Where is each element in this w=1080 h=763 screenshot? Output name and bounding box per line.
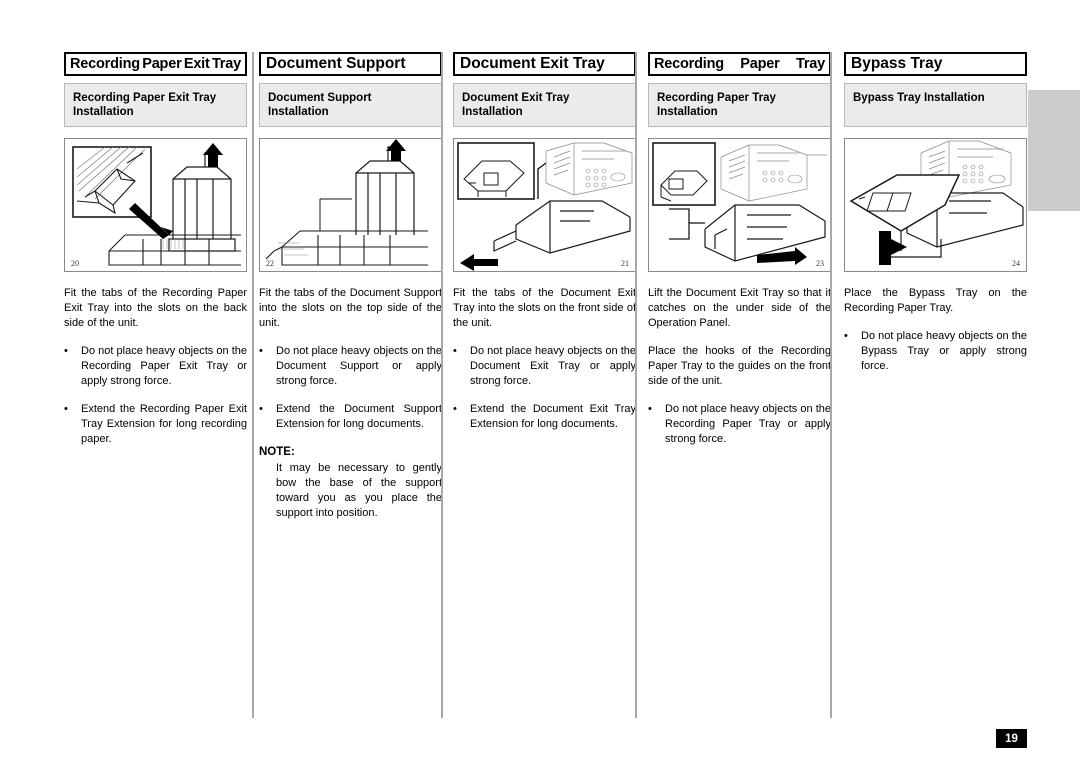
column-separator — [635, 52, 637, 718]
column-title-box-4: Recording Paper Tray — [648, 52, 831, 76]
column-title-box-2: Document Support — [259, 52, 442, 76]
column-document-support: Document Support Document Support Instal… — [251, 52, 443, 722]
column-recording-paper-tray: Recording Paper Tray Recording Paper Tray … — [638, 52, 832, 722]
bullet-text: Do not place heavy objects on the Docume… — [276, 345, 442, 387]
column-text-1: Fit the tabs of the Recording Paper Exit… — [64, 286, 247, 447]
section-thumb-tab — [1028, 90, 1080, 211]
title-word: Tray — [795, 55, 825, 72]
illustration-artwork — [652, 142, 827, 265]
figure-number-2: 22 — [266, 259, 274, 268]
column-subtitle-2: Document Support Installation — [268, 92, 372, 118]
paragraph: Place the hooks of the Recording Paper T… — [648, 345, 831, 387]
illustration-document-support: 22 — [259, 138, 442, 272]
title-word: Paper — [740, 55, 780, 72]
column-subtitle-box-5: Bypass Tray Installation — [844, 83, 1027, 127]
bullet-glyph: • — [259, 403, 263, 415]
column-separator — [830, 52, 832, 718]
note-block: NOTE: It may be necessary to gently bow … — [259, 445, 442, 521]
column-title-box-1: Recording Paper Exit Tray — [64, 52, 247, 76]
column-container: Recording Paper Exit Tray Recording Paper E… — [64, 52, 1027, 722]
column-title-3: Document Exit Tray — [460, 55, 605, 73]
bullet-text: Extend the Recording Paper Exit Tray Ext… — [81, 403, 247, 445]
column-title-box-3: Document Exit Tray — [453, 52, 636, 76]
bullet-item: • Do not place heavy objects on the Docu… — [259, 344, 442, 389]
bullet-item: • Extend the Document Support Extension … — [259, 402, 442, 432]
column-title-box-5: Bypass Tray — [844, 52, 1027, 76]
figure-number-4: 23 — [816, 259, 824, 268]
column-title-5: Bypass Tray — [851, 55, 943, 73]
column-subtitle-4: Recording Paper Tray Installation — [657, 92, 776, 118]
figure-number-1: 20 — [71, 259, 79, 268]
illustration-recording-paper-tray: 23 — [648, 138, 831, 272]
illustration-bypass-tray: 24 — [844, 138, 1027, 272]
column-recording-paper-exit-tray: Recording Paper Exit Tray Recording Paper E… — [64, 52, 254, 722]
bullet-glyph: • — [453, 345, 457, 357]
column-subtitle-box-4: Recording Paper Tray Installation — [648, 83, 831, 127]
illustration-artwork — [849, 140, 1024, 265]
bullet-text: Do not place heavy objects on the Docume… — [470, 345, 636, 387]
title-word: Paper — [142, 55, 182, 72]
title-word: Recording — [654, 55, 724, 72]
column-text-3: Fit the tabs of the Document Exit Tray i… — [453, 286, 636, 432]
illustration-artwork — [457, 142, 633, 271]
illustration-artwork — [72, 143, 241, 266]
page-number: 19 — [1005, 732, 1018, 745]
column-title-2: Document Support — [266, 55, 406, 73]
column-subtitle-5: Bypass Tray Installation — [853, 92, 985, 104]
bullet-item: • Do not place heavy objects on the Reco… — [648, 402, 831, 447]
bullet-glyph: • — [259, 345, 263, 357]
column-text-2: Fit the tabs of the Document Support int… — [259, 286, 442, 521]
bullet-text: Do not place heavy objects on the Record… — [665, 403, 831, 445]
column-document-exit-tray: Document Exit Tray Document Exit Tray In… — [444, 52, 637, 722]
column-subtitle-box-3: Document Exit Tray Installation — [453, 83, 636, 127]
bullet-text: Do not place heavy objects on the Record… — [81, 345, 247, 387]
paragraph: Lift the Document Exit Tray so that it c… — [648, 287, 831, 329]
paragraph: Fit the tabs of the Document Exit Tray i… — [453, 287, 636, 329]
paragraph: Place the Bypass Tray on the Recording P… — [844, 287, 1027, 314]
column-separator — [441, 52, 443, 718]
bullet-text: Extend the Document Exit Tray Extension … — [470, 403, 636, 430]
column-bypass-tray: Bypass Tray Bypass Tray Installation 24 … — [833, 52, 1027, 722]
column-subtitle-box-2: Document Support Installation — [259, 83, 442, 127]
column-text-5: Place the Bypass Tray on the Recording P… — [844, 286, 1027, 374]
illustration-recording-paper-exit-tray: 20 — [64, 138, 247, 272]
page-number-badge: 19 — [996, 729, 1027, 748]
illustration-document-exit-tray: 21 — [453, 138, 636, 272]
bullet-item: • Extend the Recording Paper Exit Tray E… — [64, 402, 247, 447]
figure-number-5: 24 — [1012, 259, 1020, 268]
bullet-glyph: • — [453, 403, 457, 415]
column-subtitle-box-1: Recording Paper Exit Tray Installation — [64, 83, 247, 127]
bullet-item: • Do not place heavy objects on the Docu… — [453, 344, 636, 389]
bullet-glyph: • — [64, 345, 68, 357]
bullet-item: • Extend the Document Exit Tray Extensio… — [453, 402, 636, 432]
column-subtitle-1: Recording Paper Exit Tray Installation — [73, 92, 217, 118]
title-word: Tray — [211, 55, 241, 72]
title-word: Exit — [183, 55, 210, 72]
column-subtitle-3: Document Exit Tray Installation — [462, 92, 570, 118]
illustration-artwork — [265, 139, 428, 266]
bullet-text: Extend the Document Support Extension fo… — [276, 403, 442, 430]
bullet-glyph: • — [64, 403, 68, 415]
paragraph: Fit the tabs of the Document Support int… — [259, 287, 442, 329]
note-heading: NOTE: — [259, 446, 295, 458]
manual-page: Recording Paper Exit Tray Recording Paper E… — [0, 0, 1080, 763]
bullet-glyph: • — [844, 330, 848, 342]
column-text-4: Lift the Document Exit Tray so that it c… — [648, 286, 831, 447]
paragraph: Fit the tabs of the Recording Paper Exit… — [64, 287, 247, 329]
bullet-item: • Do not place heavy objects on the Reco… — [64, 344, 247, 389]
note-body: It may be necessary to gently bow the ba… — [276, 462, 442, 519]
bullet-glyph: • — [648, 403, 652, 415]
figure-number-3: 21 — [621, 259, 629, 268]
bullet-item: • Do not place heavy objects on the Bypa… — [844, 329, 1027, 374]
title-word: Recording — [70, 55, 140, 72]
bullet-text: Do not place heavy objects on the Bypass… — [861, 330, 1027, 372]
